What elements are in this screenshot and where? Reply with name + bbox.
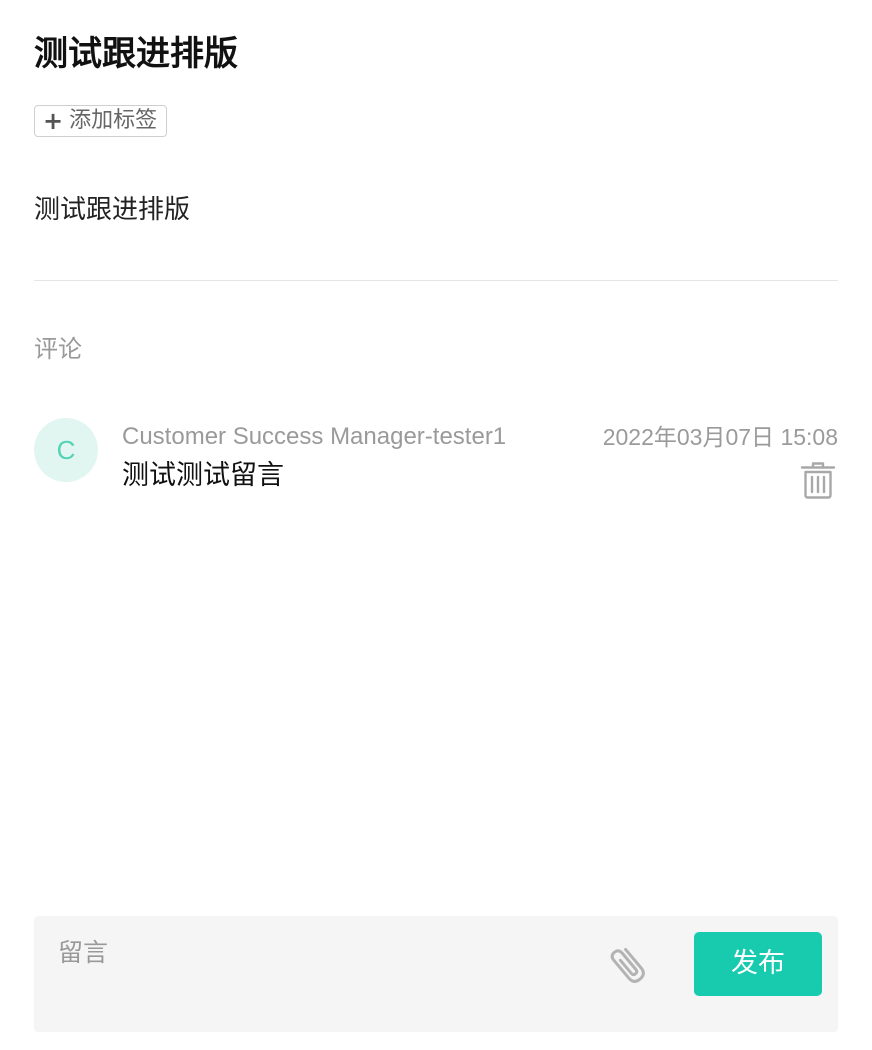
add-tag-button[interactable]: + 添加标签 — [34, 105, 168, 137]
follow-up-description: 测试跟进排版 — [34, 195, 191, 225]
avatar: C — [34, 418, 98, 482]
comment-composer: 发布 — [34, 916, 838, 1032]
comment-input[interactable] — [58, 932, 578, 972]
comment-timestamp: 2022年03月07日 15:08 — [602, 424, 838, 450]
comment-author: Customer Success Manager-tester1 — [122, 423, 507, 450]
publish-button[interactable]: 发布 — [694, 932, 822, 996]
page-title: 测试跟进排版 — [34, 34, 238, 74]
add-tag-label: 添加标签 — [69, 108, 158, 133]
comments-section-label: 评论 — [34, 335, 82, 363]
trash-icon[interactable] — [799, 460, 837, 500]
paperclip-icon[interactable] — [608, 940, 652, 988]
comment-text: 测试测试留言 — [122, 460, 284, 491]
plus-icon: + — [43, 107, 64, 135]
divider — [34, 280, 838, 281]
follow-up-detail-page: 测试跟进排版 + 添加标签 测试跟进排版 评论 C Customer Succe… — [0, 0, 872, 1050]
